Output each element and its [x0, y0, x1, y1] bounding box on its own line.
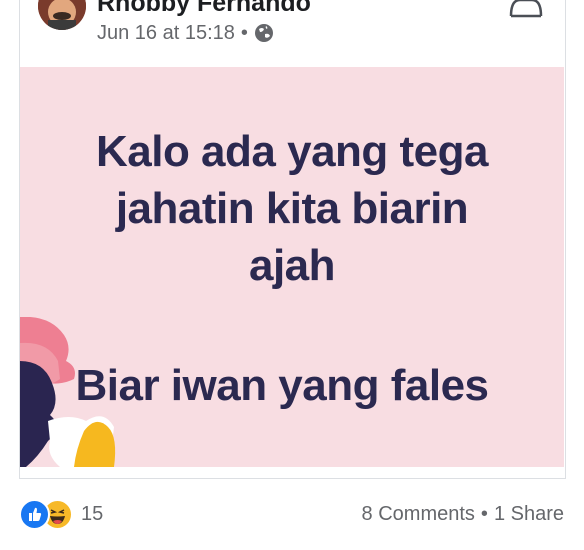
comments-link[interactable]: 8 Comments	[362, 503, 475, 526]
post-text-line: jahatin kita biarin	[115, 184, 469, 233]
reactions-summary[interactable]: 15	[19, 498, 104, 530]
post-options-button[interactable]	[508, 0, 544, 18]
globe-icon	[254, 24, 273, 42]
post-meta: Jun 16 at 15:18 •	[97, 20, 274, 46]
post-timestamp[interactable]: Jun 16 at 15:18	[97, 22, 235, 45]
meta-separator: •	[240, 21, 248, 44]
post-image[interactable]: Kalo ada yang tega jahatin kita biarin a…	[20, 67, 564, 467]
shares-link[interactable]: 1 Share	[494, 503, 564, 526]
more-options-icon	[509, 0, 543, 18]
post-text-line: Kalo ada yang tega	[95, 127, 489, 176]
post-text-line: ajah	[248, 241, 336, 290]
post-text-block: Kalo ada yang tega jahatin kita biarin a…	[20, 123, 564, 294]
engagement-stats: 8 Comments • 1 Share	[362, 500, 564, 528]
author-name[interactable]: Rhobby Fernando	[97, 0, 311, 18]
stats-separator: •	[480, 502, 488, 525]
like-icon	[19, 498, 50, 530]
reaction-count: 15	[81, 502, 104, 525]
faces-illustration	[20, 317, 116, 467]
